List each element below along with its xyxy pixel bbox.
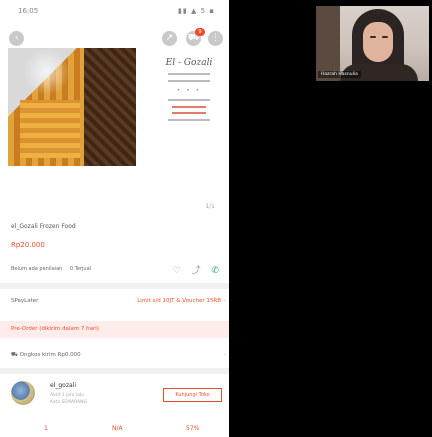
section-divider bbox=[0, 368, 229, 374]
chevron-right-icon: › bbox=[223, 352, 226, 358]
sold-text: 0 Terjual bbox=[69, 266, 92, 272]
rating-text: Belum ada penilaian bbox=[11, 266, 63, 272]
preorder-text: Pre-Order (dikirim dalam 7 hari) bbox=[11, 326, 99, 332]
shop-status: Aktif 1 jam lalu bbox=[50, 393, 84, 398]
section-divider bbox=[0, 283, 229, 289]
image-page-indicator: 1/1 bbox=[205, 203, 215, 210]
spaylater-offer: Limit s/d 10JT & Voucher 15RB bbox=[137, 298, 221, 304]
face bbox=[363, 22, 393, 62]
shop-sub: Aktif 1 jam lalu Kota SEMARANG bbox=[50, 392, 87, 406]
product-meta: Belum ada penilaian 0 Terjual bbox=[11, 266, 97, 272]
shipping-text: Ongkos kirim Rp0.000 bbox=[19, 352, 81, 358]
visit-shop-button[interactable]: Kunjungi Toko bbox=[163, 388, 222, 402]
cart-button[interactable]: ⛟ 9 bbox=[186, 28, 205, 46]
stat-chat-performance: 57% bbox=[186, 425, 200, 432]
shipping-row[interactable]: ⛟ Ongkos kirim Rp0.000 › bbox=[11, 352, 226, 359]
brand-line bbox=[168, 80, 210, 82]
participant-name: Hazrah Hasnulia bbox=[318, 71, 361, 78]
brand-logo: El - Gozali bbox=[165, 58, 213, 68]
share-link-icon[interactable]: ⤴ bbox=[192, 266, 201, 276]
preorder-banner: Pre-Order (dikirim dalam 7 hari) bbox=[0, 321, 229, 338]
back-button[interactable]: ‹ bbox=[9, 31, 24, 46]
brand-line bbox=[168, 73, 210, 75]
stat-rating: N/A bbox=[112, 425, 123, 432]
food-photo-cheese bbox=[20, 100, 80, 158]
brand-red-line bbox=[172, 106, 206, 108]
status-icons: ▮▮ ▲ 5 ▪ bbox=[178, 7, 215, 15]
brand-line bbox=[168, 119, 210, 121]
more-icon: ⋮ bbox=[211, 33, 220, 43]
shop-name[interactable]: el_gozali bbox=[50, 382, 76, 389]
shop-location: Kota SEMARANG bbox=[50, 400, 87, 405]
share-icon: ↗ bbox=[165, 33, 174, 43]
eye bbox=[382, 36, 388, 38]
shop-avatar[interactable] bbox=[11, 381, 35, 405]
back-icon: ‹ bbox=[14, 33, 19, 43]
food-photo-dark bbox=[84, 48, 136, 166]
product-actions: ♡ ⤴ ✆ bbox=[165, 263, 219, 276]
cart-badge: 9 bbox=[195, 28, 205, 36]
spaylater-label: SPayLater bbox=[11, 298, 39, 304]
truck-icon: ⛟ bbox=[11, 352, 20, 358]
status-bar: 16:05 ▮▮ ▲ 5 ▪ bbox=[0, 0, 229, 22]
more-menu-button[interactable]: ⋮ bbox=[208, 31, 223, 46]
whatsapp-icon[interactable]: ✆ bbox=[211, 266, 219, 276]
food-photo bbox=[8, 48, 136, 166]
wall-dark bbox=[316, 6, 340, 81]
chevron-right-icon: › bbox=[223, 298, 226, 304]
brand-red-line bbox=[172, 112, 206, 114]
brand-dots: • • • bbox=[176, 87, 202, 94]
shopee-app-window: 16:05 ▮▮ ▲ 5 ▪ ‹ ↗ ⛟ 9 ⋮ El - Gozali • •… bbox=[0, 0, 229, 437]
product-title: el_Gozali Frozen Food bbox=[11, 223, 76, 230]
spaylater-row[interactable]: SPayLater Limit s/d 10JT & Voucher 15RB … bbox=[11, 298, 226, 304]
brand-line bbox=[168, 99, 210, 101]
share-button[interactable]: ↗ bbox=[162, 31, 177, 46]
stat-products: 1 bbox=[44, 425, 48, 432]
heart-icon[interactable]: ♡ bbox=[173, 266, 181, 276]
product-price: Rp20.000 bbox=[11, 241, 45, 249]
video-call-tile[interactable]: Hazrah Hasnulia bbox=[316, 6, 429, 81]
product-image[interactable]: El - Gozali • • • bbox=[8, 48, 222, 166]
brand-card: El - Gozali • • • bbox=[156, 48, 222, 166]
status-time: 16:05 bbox=[18, 7, 39, 15]
eye bbox=[370, 36, 376, 38]
